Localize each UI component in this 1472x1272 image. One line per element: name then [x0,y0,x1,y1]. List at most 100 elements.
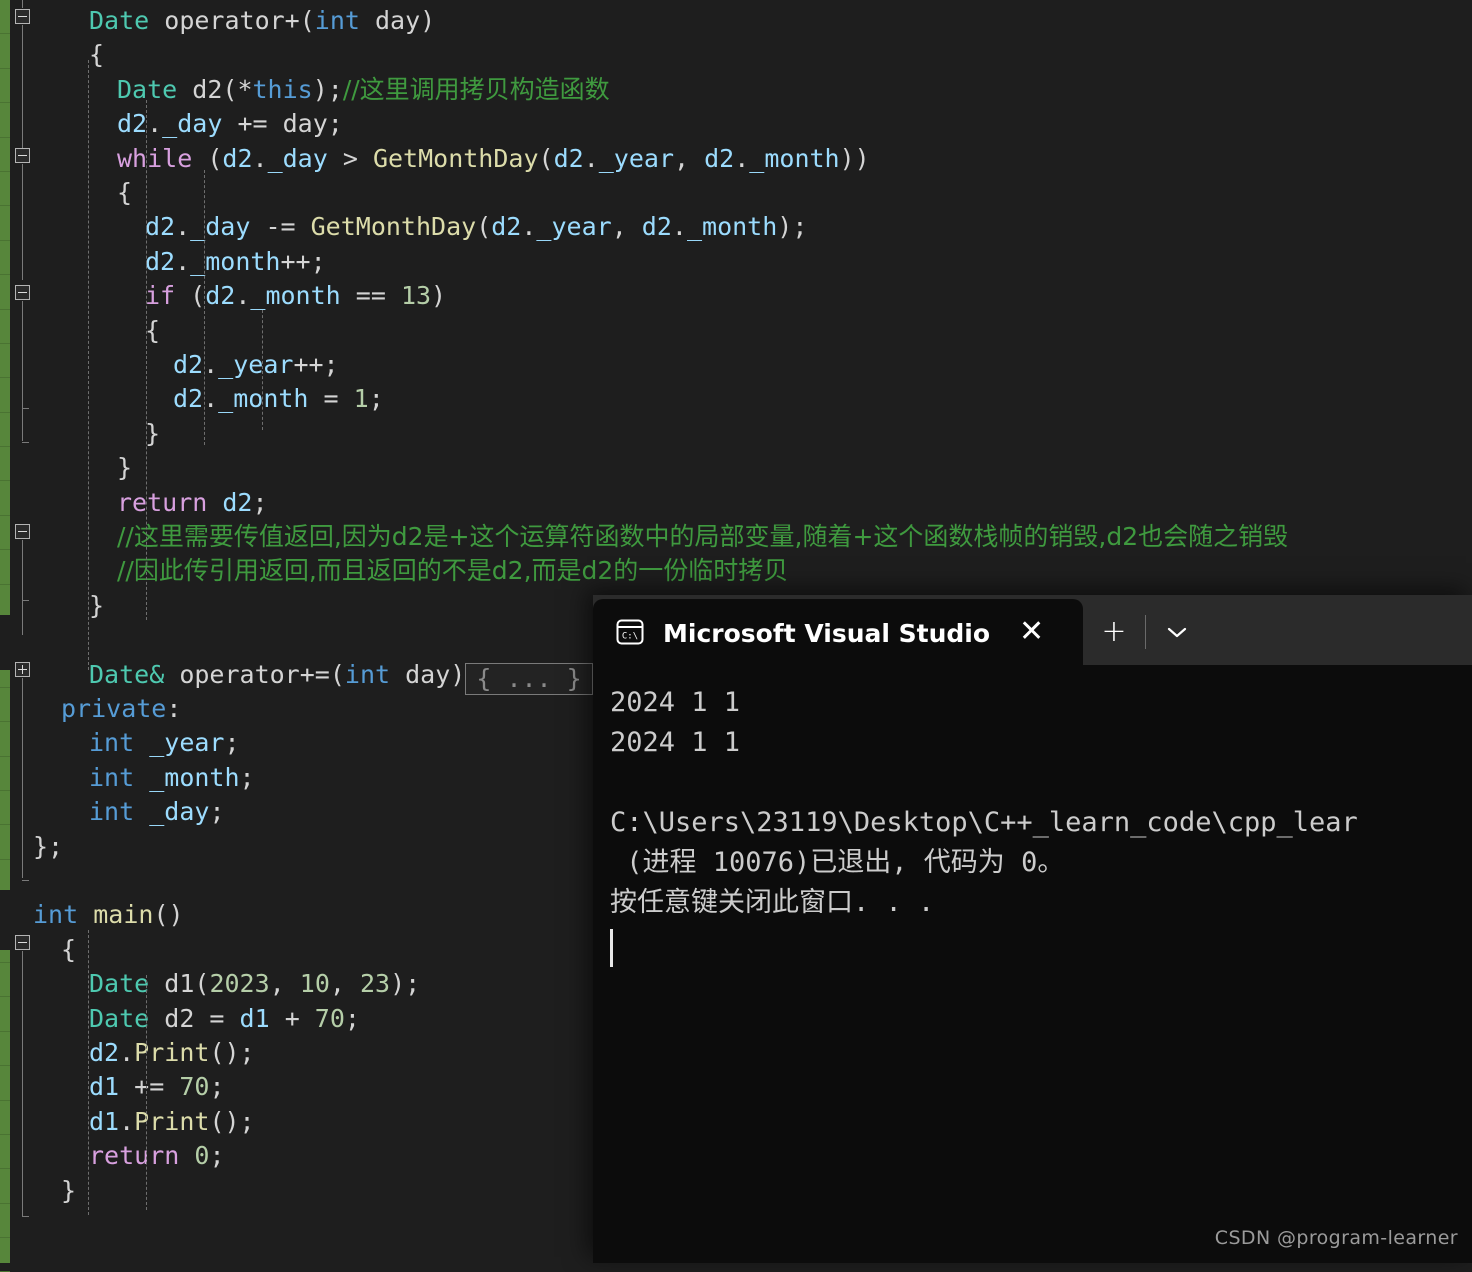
indent-guide [88,930,89,1215]
change-tracking-bar [0,0,10,1272]
fold-region-line [22,25,23,150]
change-bar-segment [0,103,10,138]
change-bar-segment [0,791,10,826]
change-bar-segment [0,344,10,379]
code-line: Date d2 = d1 + 70; [89,1003,360,1033]
collapse-fold-icon[interactable] [15,285,30,300]
fold-region-line [22,164,23,280]
terminal-tab-bar[interactable]: C:\ Microsoft Visual Studio 调试控 ✕ + [593,595,1472,665]
terminal-tab-title: Microsoft Visual Studio 调试控 [663,619,993,648]
chevron-down-icon[interactable] [1146,599,1208,665]
code-line: Date& operator+=(int day){ ... } [89,658,593,695]
change-bar-segment [0,69,10,104]
collapse-fold-icon[interactable] [15,148,30,163]
terminal-tab[interactable]: C:\ Microsoft Visual Studio 调试控 ✕ [593,599,1083,665]
collapsed-code-block[interactable]: { ... } [465,662,593,695]
fold-region-line [22,540,23,635]
collapse-fold-icon[interactable] [15,935,30,950]
terminal-output-line: (进程 10076)已退出, 代码为 0。 [610,847,1065,878]
close-icon[interactable]: ✕ [1011,613,1052,651]
change-bar-segment [0,997,10,1032]
code-line: } [61,1175,77,1205]
change-bar-segment [0,34,10,69]
fold-region-tick [22,880,29,881]
code-line: d2.Print(); [89,1038,255,1067]
code-line: { [117,178,133,207]
change-bar-segment [0,1169,10,1204]
code-line: return 0; [89,1141,225,1171]
change-bar-segment [0,963,10,998]
code-line: { [61,934,77,964]
change-bar-segment [0,757,10,791]
indent-guide [146,100,147,620]
terminal-output-line: 按任意键关闭此窗口. . . [610,887,935,918]
console-icon: C:\ [615,617,645,647]
change-bar-segment [0,310,10,344]
code-line: if (d2._month == 13) [145,281,447,311]
code-line: while (d2._day > GetMonthDay(d2._year, d… [117,143,870,173]
code-line: int _day; [89,797,225,827]
code-line: //因此传引用返回,而且返回的不是d2,而是d2的一份临时拷贝 [117,556,789,586]
code-line: private: [61,694,182,723]
indent-guide [262,310,263,430]
collapse-fold-icon[interactable] [15,9,30,24]
terminal-output[interactable]: 2024 1 1 2024 1 1 C:\Users\23119\Desktop\… [593,665,1472,1263]
change-bar-segment [0,516,10,551]
change-bar-segment [0,1135,10,1170]
change-bar-segment [0,138,10,172]
code-line: { [145,315,161,345]
change-bar-segment [0,860,10,895]
change-bar-segment [0,688,10,723]
code-line: d2._month++; [145,246,326,276]
change-bar-segment [0,585,10,620]
code-line: //这里需要传值返回,因为d2是+这个运算符函数中的局部变量,随着+这个函数栈帧… [117,522,1289,551]
fold-region-tick [22,408,29,409]
terminal-cursor [610,929,613,967]
fold-region-line [22,301,23,441]
debug-console-window[interactable]: C:\ Microsoft Visual Studio 调试控 ✕ + 2024… [593,595,1472,1263]
code-line: Date d1(2023, 10, 23); [89,969,421,999]
change-bar-segment [0,1238,10,1272]
code-line: } [145,418,161,448]
code-line: d1.Print(); [89,1106,255,1136]
expand-fold-icon[interactable] [15,662,30,677]
change-bar-segment [0,1066,10,1101]
code-line: { [89,40,105,70]
terminal-output-line: 2024 1 1 [610,687,741,718]
indent-guide [146,975,147,1210]
watermark-label: CSDN @program-learner [1214,1227,1458,1249]
code-line: int _year; [89,728,240,758]
code-line: d2._day += day; [117,109,343,139]
fold-region-tick [22,442,29,443]
change-bar-segment [0,447,10,482]
terminal-output-line: 2024 1 1 [610,727,741,758]
code-line: d2._year++; [173,350,339,379]
change-bar-segment [0,0,10,35]
change-bar-gap [0,890,10,950]
change-bar-segment [0,825,10,860]
change-bar-segment [0,481,10,516]
change-bar-segment [0,413,10,448]
fold-region-tick [22,1216,29,1217]
collapse-fold-icon[interactable] [15,524,30,539]
fold-region-tick [22,600,29,601]
code-line: int _month; [89,762,255,792]
code-line: return d2; [117,487,268,517]
change-bar-segment [0,172,10,207]
change-bar-segment [0,550,10,585]
change-bar-segment [0,722,10,757]
change-bar-segment [0,1032,10,1067]
outlining-gutter[interactable] [10,0,36,1263]
indent-guide [88,60,89,670]
change-bar-segment [0,1101,10,1135]
code-line: d1 += 70; [89,1072,225,1102]
code-line: Date d2(*this);//这里调用拷贝构造函数 [117,74,610,104]
code-line: } [117,453,133,483]
code-line: }; [33,831,64,861]
fold-region-line [22,0,23,8]
change-bar-segment [0,275,10,310]
new-tab-button[interactable]: + [1083,599,1145,665]
change-bar-segment [0,206,10,241]
terminal-output-line: C:\Users\23119\Desktop\C++_learn_code\cp… [610,807,1358,838]
